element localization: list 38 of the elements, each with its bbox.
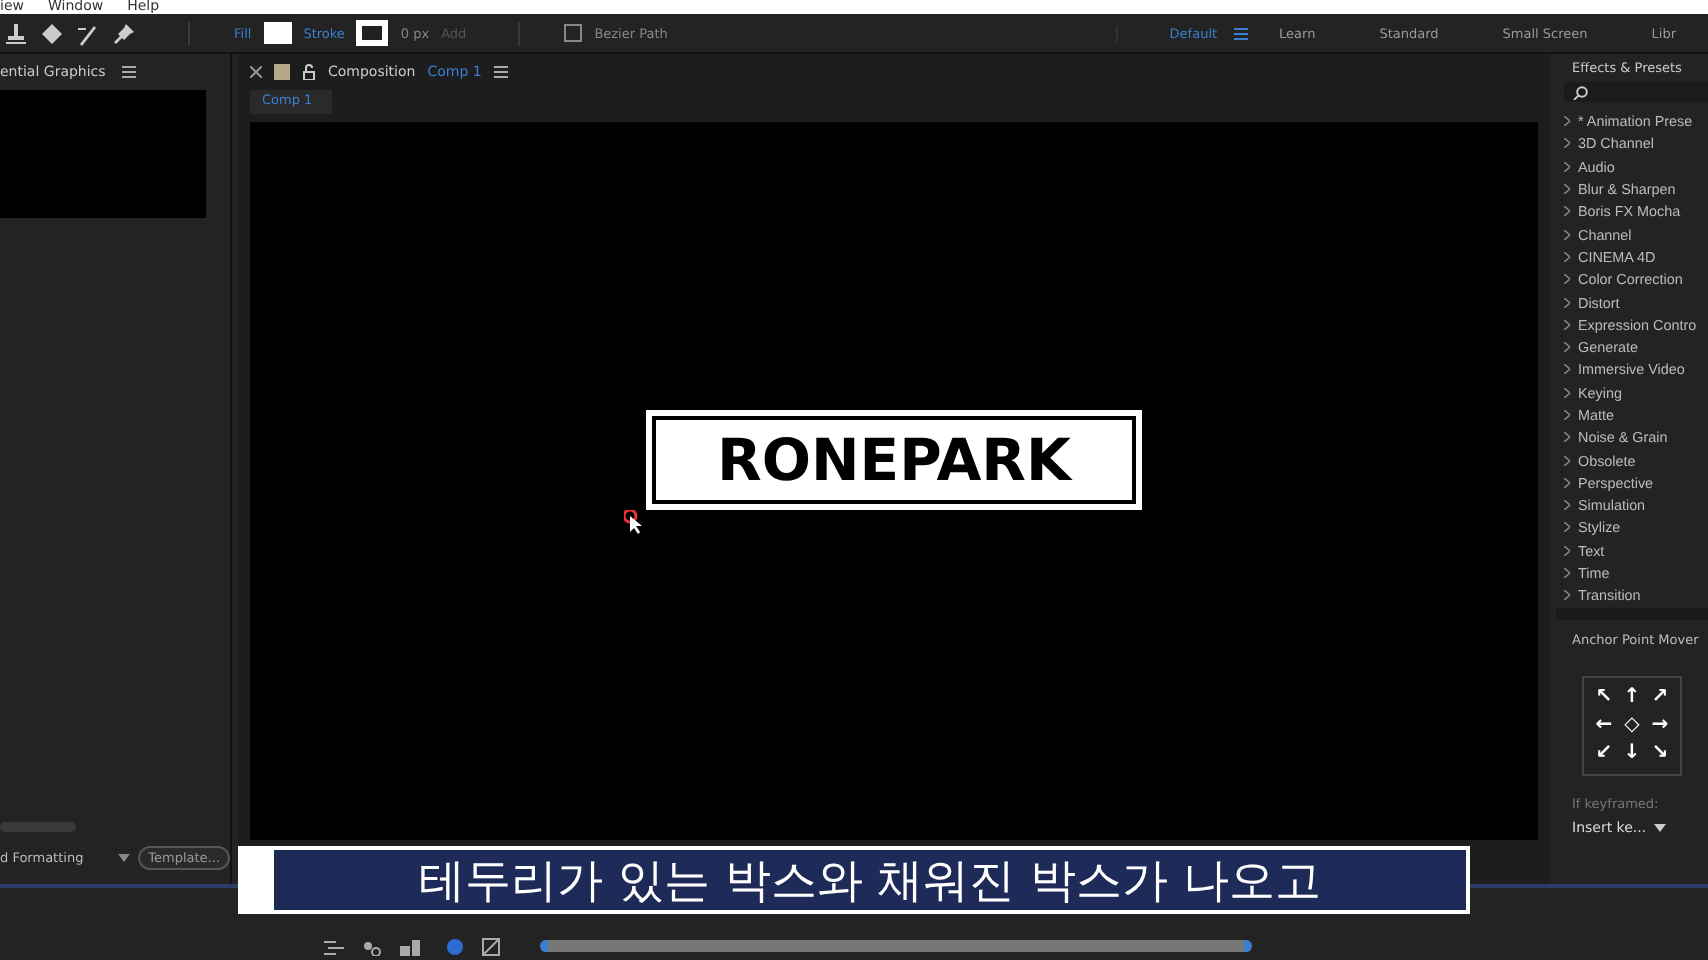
brush-icon[interactable] [76, 21, 100, 45]
chevron-icon[interactable] [1564, 387, 1570, 398]
lock-icon[interactable] [302, 64, 316, 80]
anchor-button[interactable]: ↑ [1618, 683, 1646, 712]
anchor-button[interactable]: → [1646, 711, 1674, 740]
caret-icon[interactable] [118, 854, 131, 862]
motion-icon[interactable] [362, 939, 382, 955]
anchor-button[interactable]: ↗ [1646, 683, 1674, 712]
bezier-path-checkbox[interactable] [564, 24, 583, 42]
stamp-icon[interactable] [4, 21, 28, 45]
search-field[interactable] [1564, 82, 1708, 102]
scroll-bar[interactable] [0, 822, 76, 832]
chevron-icon[interactable] [1564, 545, 1570, 556]
stroke-swatch[interactable] [356, 20, 389, 46]
anchor-button[interactable]: ◇ [1618, 711, 1646, 740]
pin-icon[interactable] [112, 21, 136, 45]
caret-icon[interactable] [1654, 823, 1667, 832]
graph-icon[interactable] [324, 939, 344, 955]
anchor-button[interactable]: ↙ [1590, 739, 1618, 768]
graph-editor-icon[interactable] [482, 938, 500, 956]
chevron-icon[interactable] [1564, 274, 1570, 285]
title-text: RONEPARK [717, 425, 1071, 493]
chevron-icon[interactable] [1564, 161, 1570, 172]
subtitle-text: 테두리가 있는 박스와 채워진 박스가 나오고 [419, 853, 1321, 911]
chevron-icon[interactable] [1564, 410, 1570, 420]
fill-swatch[interactable] [263, 22, 292, 44]
cursor-icon[interactable] [624, 510, 644, 534]
menu-icon[interactable] [493, 66, 508, 78]
search-icon[interactable] [1572, 85, 1590, 99]
anchor-button[interactable]: ↓ [1618, 739, 1646, 768]
eraser-icon[interactable] [40, 21, 64, 45]
menu-icon[interactable] [1233, 27, 1248, 39]
anchor-button[interactable]: ← [1590, 711, 1618, 740]
menu-icon[interactable] [121, 66, 136, 78]
chevron-icon[interactable] [1564, 432, 1570, 443]
close-icon[interactable] [250, 66, 262, 78]
anchor-button[interactable]: ↘ [1646, 739, 1674, 768]
anchor-button[interactable]: ↖ [1590, 683, 1618, 712]
